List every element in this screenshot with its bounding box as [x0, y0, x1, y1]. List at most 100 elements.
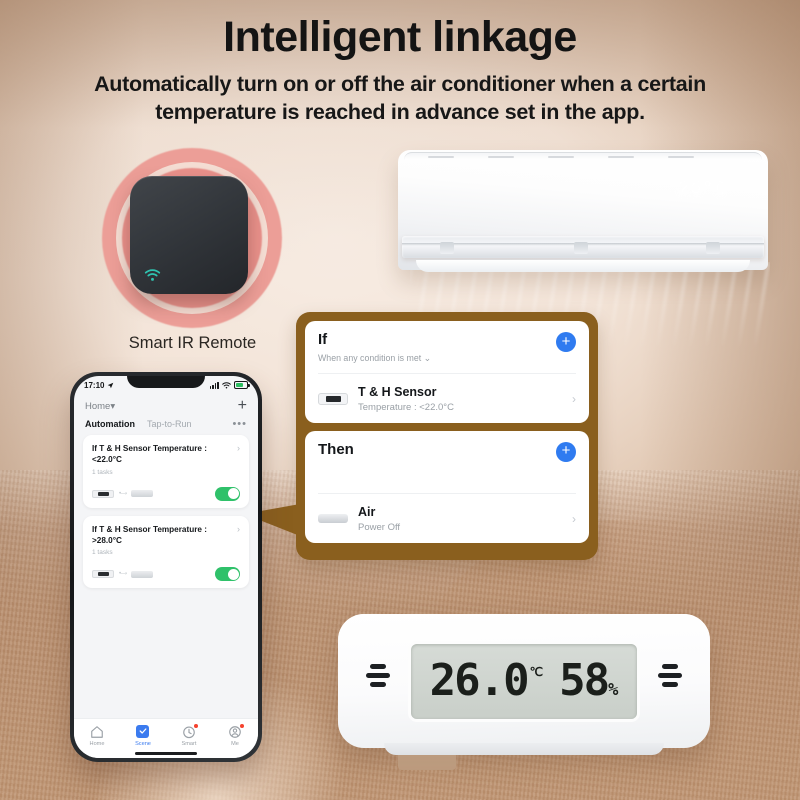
home-icon [90, 725, 104, 739]
ac-body: 26°C [398, 150, 768, 272]
check-square-icon [136, 724, 150, 739]
signal-bars-icon [209, 381, 219, 389]
if-device-name: T & H Sensor [358, 384, 437, 399]
sensor-mark-left-icon [366, 664, 390, 687]
ir-remote-label: Smart IR Remote [128, 334, 257, 352]
status-bar-right [209, 381, 250, 389]
automation-card-1-title: If T & H Sensor Temperature : <22.0°C [92, 444, 207, 465]
automation-card-1-devices: •—› [92, 489, 154, 498]
then-action-texts: Air Power Off [358, 505, 562, 533]
then-device-name: Air [358, 504, 376, 519]
nav-item-smart[interactable]: Smart [166, 723, 212, 747]
headline-block: Intelligent linkage Automatically turn o… [0, 12, 800, 127]
air-conditioner-icon [318, 514, 348, 523]
phone-notch [127, 376, 205, 388]
air-conditioner-icon [131, 490, 154, 498]
sensor-lcd-display: 26.0 ℃ 58 % [411, 644, 637, 719]
then-spacer [318, 462, 576, 484]
sensor-foot [384, 743, 664, 755]
if-condition-row[interactable]: T & H Sensor Temperature : <22.0°C › [318, 374, 576, 413]
nav-item-smart-label: Smart [181, 740, 197, 747]
ac-bottom-lip [416, 260, 750, 272]
tab-automation[interactable]: Automation [85, 419, 135, 429]
automation-card-2-devices: •—› [92, 570, 154, 579]
add-button[interactable]: + [238, 398, 247, 414]
home-indicator [135, 752, 197, 755]
phone-tabs: Automation Tap-to-Run ••• [74, 416, 258, 435]
then-title: Then [318, 440, 354, 458]
temperature-sensor-icon [92, 489, 114, 498]
nav-item-scene-label: Scene [135, 740, 151, 747]
nav-item-me[interactable]: Me [212, 723, 258, 747]
tab-tap-to-run[interactable]: Tap-to-Run [147, 419, 192, 429]
battery-icon [234, 381, 250, 389]
then-add-button[interactable]: + [556, 441, 576, 462]
ac-vane-left [440, 242, 454, 254]
temperature-value: 26.0 [429, 655, 530, 707]
clock-icon [182, 723, 198, 739]
page-subtitle: Automatically turn on or off the air con… [94, 71, 706, 124]
arrow-right-icon: •—› [119, 571, 127, 578]
ac-top-grille [404, 152, 762, 160]
if-condition-label: When any condition is met [318, 352, 422, 363]
then-action-row[interactable]: Air Power Off › [318, 494, 576, 533]
humidity-unit: % [608, 679, 619, 700]
nav-item-scene[interactable]: Scene [120, 724, 166, 747]
automation-card-2-toggle[interactable] [215, 567, 240, 582]
temperature-humidity-sensor: 26.0 ℃ 58 % [338, 614, 710, 770]
if-condition-texts: T & H Sensor Temperature : <22.0°C [358, 385, 562, 413]
arrow-right-icon: •—› [119, 490, 127, 497]
automation-card-1-header: If T & H Sensor Temperature : <22.0°C › [92, 443, 240, 466]
if-device-detail: Temperature : <22.0°C [358, 401, 454, 413]
if-condition-selector[interactable]: When any condition is met ⌄ [318, 353, 431, 364]
ir-remote-device [130, 176, 248, 294]
automation-card-2-title: If T & H Sensor Temperature : >28.0°C [92, 524, 207, 545]
sensor-body: 26.0 ℃ 58 % [338, 614, 710, 755]
status-bar-time: 17:10 [84, 380, 105, 390]
if-title: If [318, 331, 328, 348]
humidity-group: 58 % [559, 655, 619, 707]
smart-ir-remote-figure: Smart IR Remote [100, 148, 285, 363]
more-options-icon[interactable]: ••• [232, 419, 247, 429]
notification-badge [194, 723, 198, 728]
home-selector-label: Home [85, 400, 111, 412]
then-device-detail: Power Off [358, 521, 401, 533]
ac-temperature-display: 26°C [678, 178, 726, 199]
location-arrow-icon [108, 382, 114, 388]
temperature-unit: ℃ [529, 665, 544, 680]
automation-card-2[interactable]: If T & H Sensor Temperature : >28.0°C › … [83, 515, 249, 589]
status-bar-left: 17:10 [84, 381, 114, 390]
temperature-sensor-icon [92, 570, 114, 579]
page-title: Intelligent linkage [223, 13, 577, 61]
automation-card-1-tasks: 1 tasks [92, 468, 113, 476]
notification-badge [240, 723, 244, 728]
if-add-button[interactable]: + [556, 332, 576, 352]
nav-item-me-label: Me [231, 740, 239, 747]
then-card: Then + Air Power Off › [305, 430, 589, 543]
temperature-sensor-icon [318, 392, 348, 405]
chevron-right-icon: › [572, 391, 576, 406]
automation-card-2-header: If T & H Sensor Temperature : >28.0°C › [92, 524, 240, 547]
home-selector[interactable]: Home▾ [85, 401, 115, 412]
chevron-right-icon: › [237, 523, 240, 534]
chevron-right-icon: › [572, 511, 576, 526]
if-card-header: If When any condition is met ⌄ + [318, 331, 576, 364]
nav-item-home-label: Home [89, 740, 105, 747]
ac-vane-center [574, 242, 588, 254]
temperature-group: 26.0 ℃ [429, 655, 544, 707]
humidity-value: 58 [559, 655, 610, 707]
phone-app-header: Home▾ + [74, 394, 258, 416]
automation-callout: If When any condition is met ⌄ + T & H S… [244, 312, 598, 560]
chevron-down-icon: ⌄ [423, 352, 431, 363]
phone-screen: 17:10 Home▾ + Automation Tap-to-Run ••• … [74, 376, 258, 758]
then-card-header: Then + [318, 440, 576, 462]
wifi-icon [222, 381, 231, 388]
automation-card-1-footer: •—› [92, 486, 240, 501]
sensor-mark-right-icon [658, 664, 682, 687]
nav-item-home[interactable]: Home [74, 725, 120, 747]
automation-card-1[interactable]: If T & H Sensor Temperature : <22.0°C › … [83, 435, 249, 508]
smartphone-mockup: 17:10 Home▾ + Automation Tap-to-Run ••• … [70, 372, 262, 762]
automation-card-1-toggle[interactable] [215, 486, 240, 501]
ac-vane-right [706, 242, 720, 254]
chevron-down-icon: ▾ [110, 400, 116, 412]
